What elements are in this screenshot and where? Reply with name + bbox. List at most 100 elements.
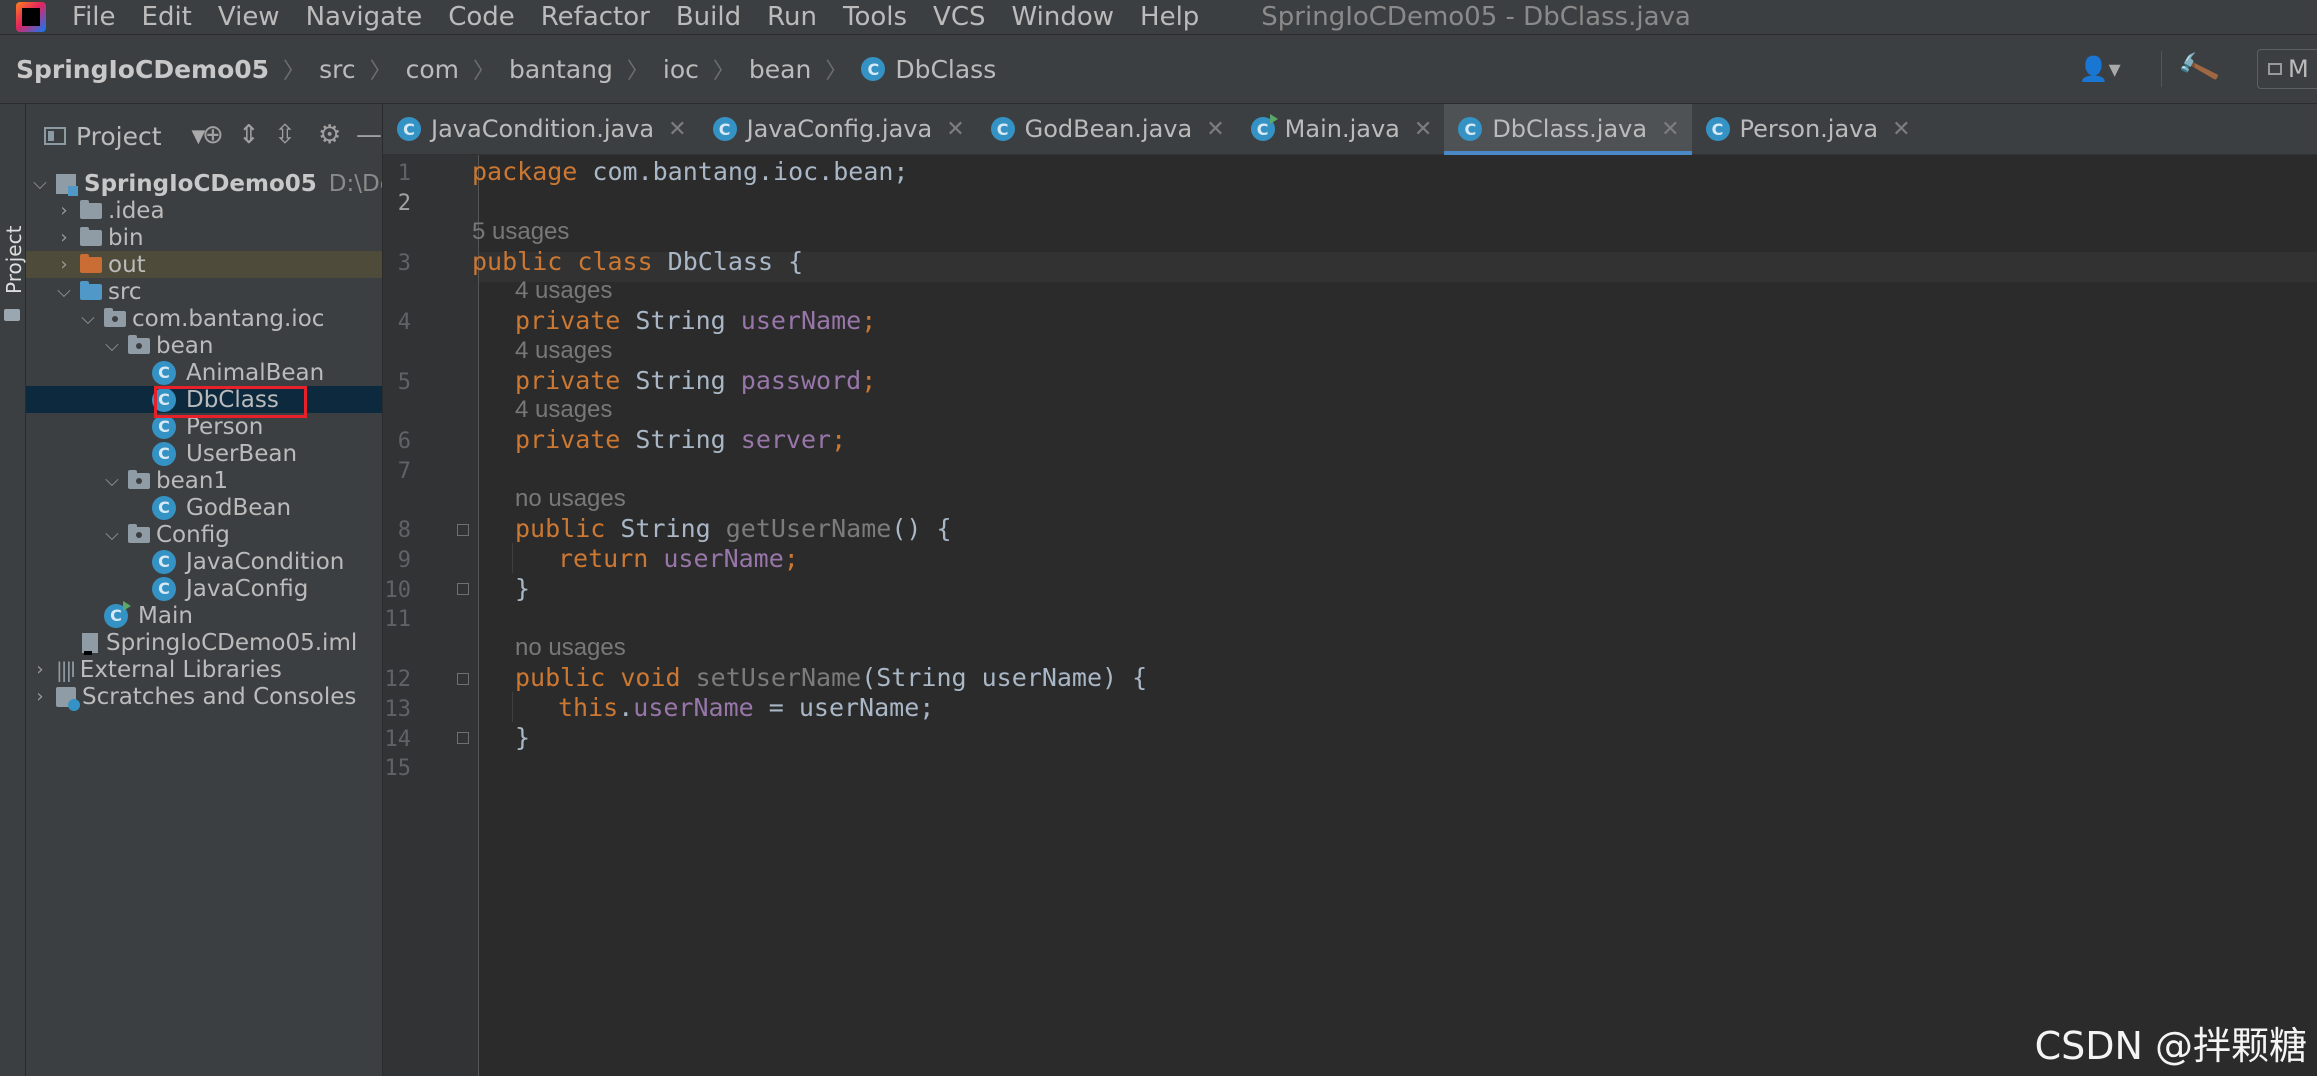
fold-marker-icon[interactable] <box>457 673 469 685</box>
tab-javacondition[interactable]: C JavaCondition.java ✕ <box>383 104 699 154</box>
menu-run[interactable]: Run <box>767 2 817 32</box>
usage-hint[interactable]: 4 usages <box>515 276 612 306</box>
tree-item-idea[interactable]: › .idea <box>26 197 382 224</box>
chevron-right-icon[interactable]: › <box>54 200 74 221</box>
collapse-all-icon[interactable]: ⇳ <box>274 120 296 150</box>
menu-help[interactable]: Help <box>1140 2 1199 32</box>
chevron-right-icon[interactable]: › <box>30 659 50 680</box>
fold-marker-icon[interactable] <box>457 583 469 595</box>
java-class-icon: C <box>152 549 176 574</box>
tree-item-javacondition[interactable]: C JavaCondition <box>26 548 382 575</box>
code-line-12: public void setUserName(String userName)… <box>515 663 1147 693</box>
tree-item-main[interactable]: C Main <box>26 600 382 629</box>
runnable-class-icon: C <box>104 600 131 628</box>
close-icon[interactable]: ✕ <box>1206 117 1224 142</box>
gear-icon[interactable]: ⚙ <box>318 120 341 150</box>
tree-item-bean[interactable]: ⌵ bean <box>26 332 382 359</box>
code-line-5: private String password; <box>515 366 876 396</box>
expand-all-icon[interactable]: ⇕ <box>238 120 260 150</box>
tree-item-external-libraries[interactable]: › |||l External Libraries <box>26 656 382 683</box>
build-hammer-icon[interactable]: 🔨 <box>2175 46 2222 92</box>
tree-item-out[interactable]: › out <box>26 251 382 278</box>
keyword: return <box>558 544 649 573</box>
keyword: private <box>515 425 621 454</box>
tree-item-package[interactable]: ⌵ com.bantang.ioc <box>26 305 382 332</box>
menu-view[interactable]: View <box>218 2 280 32</box>
close-icon[interactable]: ✕ <box>1661 117 1679 142</box>
fold-column <box>457 155 479 1076</box>
usage-hint[interactable]: 5 usages <box>472 217 569 247</box>
tree-item-godbean[interactable]: C GodBean <box>26 494 382 521</box>
tab-main[interactable]: C Main.java ✕ <box>1237 104 1445 154</box>
tree-item-scratches[interactable]: › Scratches and Consoles <box>26 683 382 711</box>
chevron-down-icon[interactable]: ⌵ <box>102 470 122 491</box>
tree-item-animalbean[interactable]: C AnimalBean <box>26 359 382 386</box>
menu-build[interactable]: Build <box>676 2 741 32</box>
iml-file-icon <box>82 632 98 655</box>
chevron-down-icon[interactable]: ⌵ <box>30 173 50 194</box>
menu-code[interactable]: Code <box>448 2 515 32</box>
tree-item-userbean[interactable]: C UserBean <box>26 440 382 467</box>
tree-item-label: AnimalBean <box>186 359 325 386</box>
chevron-right-icon[interactable]: › <box>30 686 50 707</box>
fold-marker-icon[interactable] <box>457 732 469 744</box>
chevron-down-icon[interactable]: ⌵ <box>78 308 98 329</box>
menu-navigate[interactable]: Navigate <box>306 2 423 32</box>
tab-person[interactable]: C Person.java ✕ <box>1692 104 1923 154</box>
breadcrumb-src[interactable]: src <box>319 55 356 84</box>
breadcrumb-bantang[interactable]: bantang <box>509 55 613 84</box>
usage-hint[interactable]: no usages <box>515 484 626 514</box>
menu-edit[interactable]: Edit <box>142 2 192 32</box>
chevron-down-icon[interactable]: ⌵ <box>102 335 122 356</box>
close-icon[interactable]: ✕ <box>1414 117 1432 142</box>
breadcrumb-com[interactable]: com <box>406 55 459 84</box>
project-panel-title[interactable]: Project <box>76 122 162 151</box>
usage-hint[interactable]: 4 usages <box>515 395 612 425</box>
tree-item-bin[interactable]: › bin <box>26 224 382 251</box>
java-class-icon: C <box>152 360 176 385</box>
close-icon[interactable]: ✕ <box>668 117 686 142</box>
tree-item-iml[interactable]: SpringIoCDemo05.iml <box>26 629 382 656</box>
breadcrumb-ioc[interactable]: ioc <box>663 55 699 84</box>
line-number: 10 <box>384 578 412 603</box>
menu-tools[interactable]: Tools <box>843 2 907 32</box>
chevron-right-icon[interactable]: › <box>54 254 74 275</box>
breadcrumb-project[interactable]: SpringIoCDemo05 <box>16 55 269 84</box>
locate-crosshair-icon[interactable]: ⊕ <box>202 120 224 150</box>
breadcrumb-dbclass[interactable]: DbClass <box>895 55 996 84</box>
tab-godbean[interactable]: C GodBean.java ✕ <box>977 104 1237 154</box>
run-configuration-selector[interactable]: M <box>2257 49 2317 89</box>
fold-marker-icon[interactable] <box>457 524 469 536</box>
menu-file[interactable]: File <box>72 2 116 32</box>
tree-item-config[interactable]: ⌵ Config <box>26 521 382 548</box>
tree-item-project-root[interactable]: ⌵ SpringIoCDemo05 D:\DevelopApplica <box>26 170 382 197</box>
menu-refactor[interactable]: Refactor <box>541 2 650 32</box>
usage-hint[interactable]: no usages <box>515 633 626 663</box>
chevron-down-icon[interactable]: ⌵ <box>102 524 122 545</box>
chevron-right-icon[interactable]: › <box>54 227 74 248</box>
user-account-icon[interactable]: 👤▾ <box>2079 55 2121 83</box>
menu-vcs[interactable]: VCS <box>933 2 985 32</box>
tree-item-bean1[interactable]: ⌵ bean1 <box>26 467 382 494</box>
chevron-down-icon[interactable]: ⌵ <box>54 281 74 302</box>
method-name: getUserName <box>725 514 892 543</box>
java-class-icon: C <box>861 57 886 81</box>
tab-label: GodBean.java <box>1024 115 1193 143</box>
tree-item-label: JavaCondition <box>186 548 345 575</box>
breadcrumb-bean[interactable]: bean <box>749 55 811 84</box>
menu-window[interactable]: Window <box>1012 2 1115 32</box>
tab-dbclass[interactable]: C DbClass.java ✕ <box>1444 104 1692 155</box>
minimize-icon[interactable]: — <box>356 120 382 150</box>
close-icon[interactable]: ✕ <box>1892 117 1910 142</box>
line-number-gutter: 1 2 3 4 5 6 7 8 9 10 11 12 13 14 15 <box>383 155 463 1076</box>
run-config-label: M <box>2288 55 2309 83</box>
project-tool-window-button[interactable]: Project <box>2 194 26 294</box>
tab-javaconfig[interactable]: C JavaConfig.java ✕ <box>699 104 977 154</box>
close-icon[interactable]: ✕ <box>946 117 964 142</box>
code-text: ; <box>861 306 877 335</box>
tree-item-src[interactable]: ⌵ src <box>26 278 382 305</box>
tree-item-javaconfig[interactable]: C JavaConfig <box>26 575 382 602</box>
chevron-right-icon: 〉 <box>825 59 848 84</box>
usage-hint[interactable]: 4 usages <box>515 336 612 366</box>
project-panel-header: Project ▼ ⊕ ⇕ ⇳ ⚙ — <box>26 104 382 168</box>
